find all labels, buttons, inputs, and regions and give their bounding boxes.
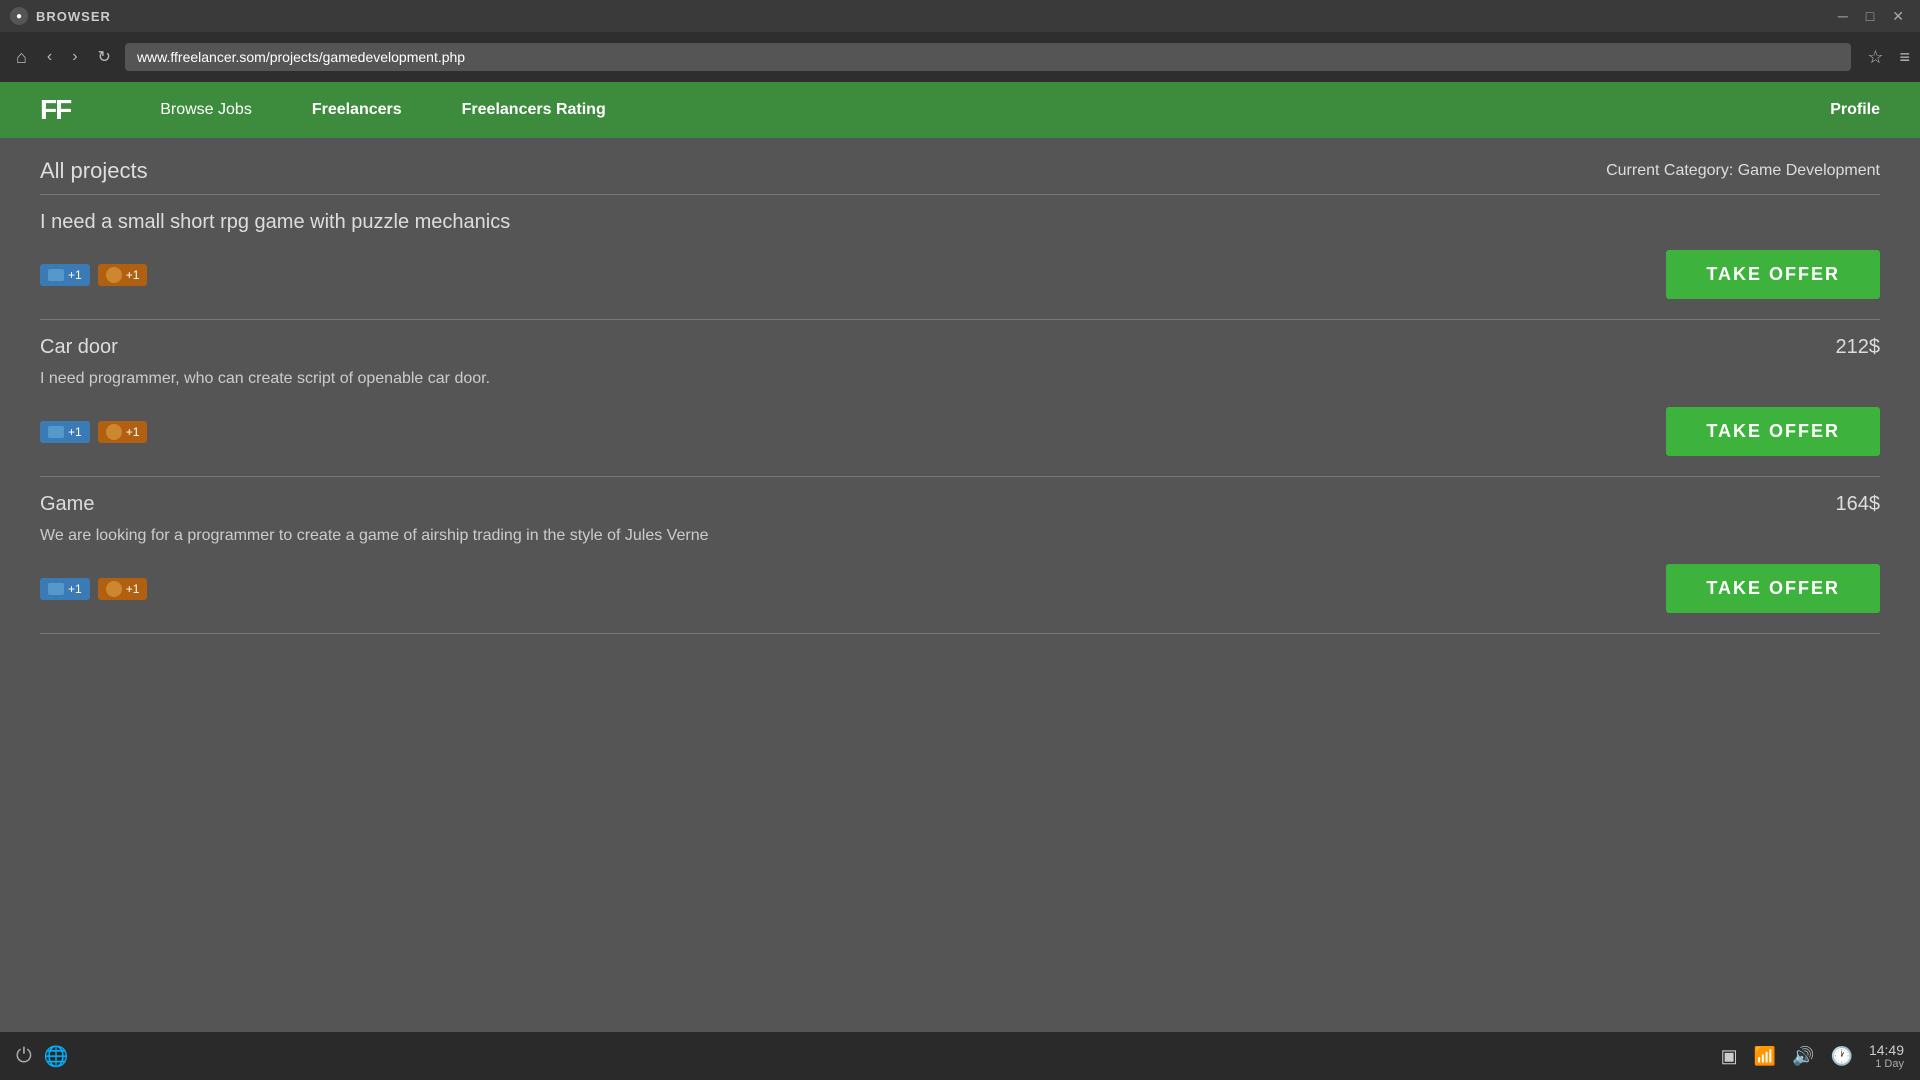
project-price: 164$ [1836,493,1881,516]
close-button[interactable]: ✕ [1886,8,1910,25]
people-icon [106,581,122,597]
globe-icon[interactable]: 🌐 [44,1044,69,1069]
refresh-button[interactable]: ↻ [92,43,117,71]
tag-screen: +1 [40,421,90,443]
project-tags: +1 +1 [40,421,147,443]
power-button[interactable]: ⏻ [16,1045,32,1068]
projects-list: I need a small short rpg game with puzzl… [40,194,1880,634]
home-button[interactable]: ⌂ [10,43,33,72]
tag-screen-label: +1 [68,425,82,439]
project-footer: +1 +1 TAKE OFFER [40,407,1880,456]
tag-screen: +1 [40,578,90,600]
take-offer-button[interactable]: TAKE OFFER [1666,250,1880,299]
project-header: Game 164$ [40,493,1880,516]
category-label: Current Category: Game Development [1606,162,1880,180]
people-icon [106,267,122,283]
main-content: All projects Current Category: Game Deve… [0,138,1920,1032]
tag-screen-label: +1 [68,582,82,596]
people-icon [106,424,122,440]
date-display: 1 Day [1869,1058,1904,1070]
page-header: All projects Current Category: Game Deve… [40,158,1880,184]
browse-jobs-link[interactable]: Browse Jobs [130,101,282,119]
tag-people: +1 [98,421,148,443]
nav-bar: FF Browse Jobs Freelancers Freelancers R… [0,82,1920,138]
site-logo: FF [40,94,70,126]
take-offer-button[interactable]: TAKE OFFER [1666,407,1880,456]
project-header: Car door 212$ [40,336,1880,359]
tag-people: +1 [98,264,148,286]
project-tags: +1 +1 [40,264,147,286]
project-card: I need a small short rpg game with puzzl… [40,194,1880,319]
page-title: All projects [40,158,148,184]
project-title: Car door [40,336,118,359]
project-title: Game [40,493,94,516]
browser-icon: ● [10,7,28,25]
wifi-icon: 📶 [1754,1046,1776,1067]
screen-icon [48,426,64,438]
tag-people-label: +1 [126,425,140,439]
take-offer-button[interactable]: TAKE OFFER [1666,564,1880,613]
project-footer: +1 +1 TAKE OFFER [40,564,1880,613]
project-price: 212$ [1836,336,1881,359]
title-bar: ● BROWSER ─ □ ✕ [0,0,1920,32]
taskbar-right: ▣ 📶 🔊 🕐 14:49 1 Day [1721,1042,1904,1070]
tag-people-label: +1 [126,268,140,282]
time-display: 14:49 [1869,1042,1904,1058]
clock-icon: 🕐 [1831,1046,1853,1067]
window-controls: ─ □ ✕ [1832,8,1910,25]
sound-icon: 🔊 [1792,1046,1814,1067]
project-title: I need a small short rpg game with puzzl… [40,211,510,234]
project-description: We are looking for a programmer to creat… [40,524,1880,548]
back-button[interactable]: ‹ [41,44,58,70]
project-card: Game 164$ We are looking for a programme… [40,476,1880,634]
project-header: I need a small short rpg game with puzzl… [40,211,1880,234]
project-description: I need programmer, who can create script… [40,367,1880,391]
browser-menu-button[interactable]: ≡ [1899,47,1910,68]
profile-link[interactable]: Profile [1830,101,1880,119]
freelancers-rating-link[interactable]: Freelancers Rating [432,101,636,119]
forward-button[interactable]: › [66,44,83,70]
project-tags: +1 +1 [40,578,147,600]
tag-people: +1 [98,578,148,600]
maximize-button[interactable]: □ [1860,8,1880,25]
freelancers-link[interactable]: Freelancers [282,101,432,119]
screen-icon [48,583,64,595]
tag-people-label: +1 [126,582,140,596]
url-input[interactable] [125,43,1851,71]
bookmark-button[interactable]: ☆ [1867,47,1883,68]
tag-screen-label: +1 [68,268,82,282]
taskbar-time: 14:49 1 Day [1869,1042,1904,1070]
project-footer: +1 +1 TAKE OFFER [40,250,1880,299]
project-card: Car door 212$ I need programmer, who can… [40,319,1880,476]
screen-icon [48,269,64,281]
taskbar: ⏻ 🌐 ▣ 📶 🔊 🕐 14:49 1 Day [0,1032,1920,1080]
display-icon: ▣ [1721,1046,1738,1067]
address-bar: ⌂ ‹ › ↻ ☆ ≡ [0,32,1920,82]
minimize-button[interactable]: ─ [1832,8,1854,25]
tag-screen: +1 [40,264,90,286]
title-bar-text: BROWSER [36,9,111,24]
